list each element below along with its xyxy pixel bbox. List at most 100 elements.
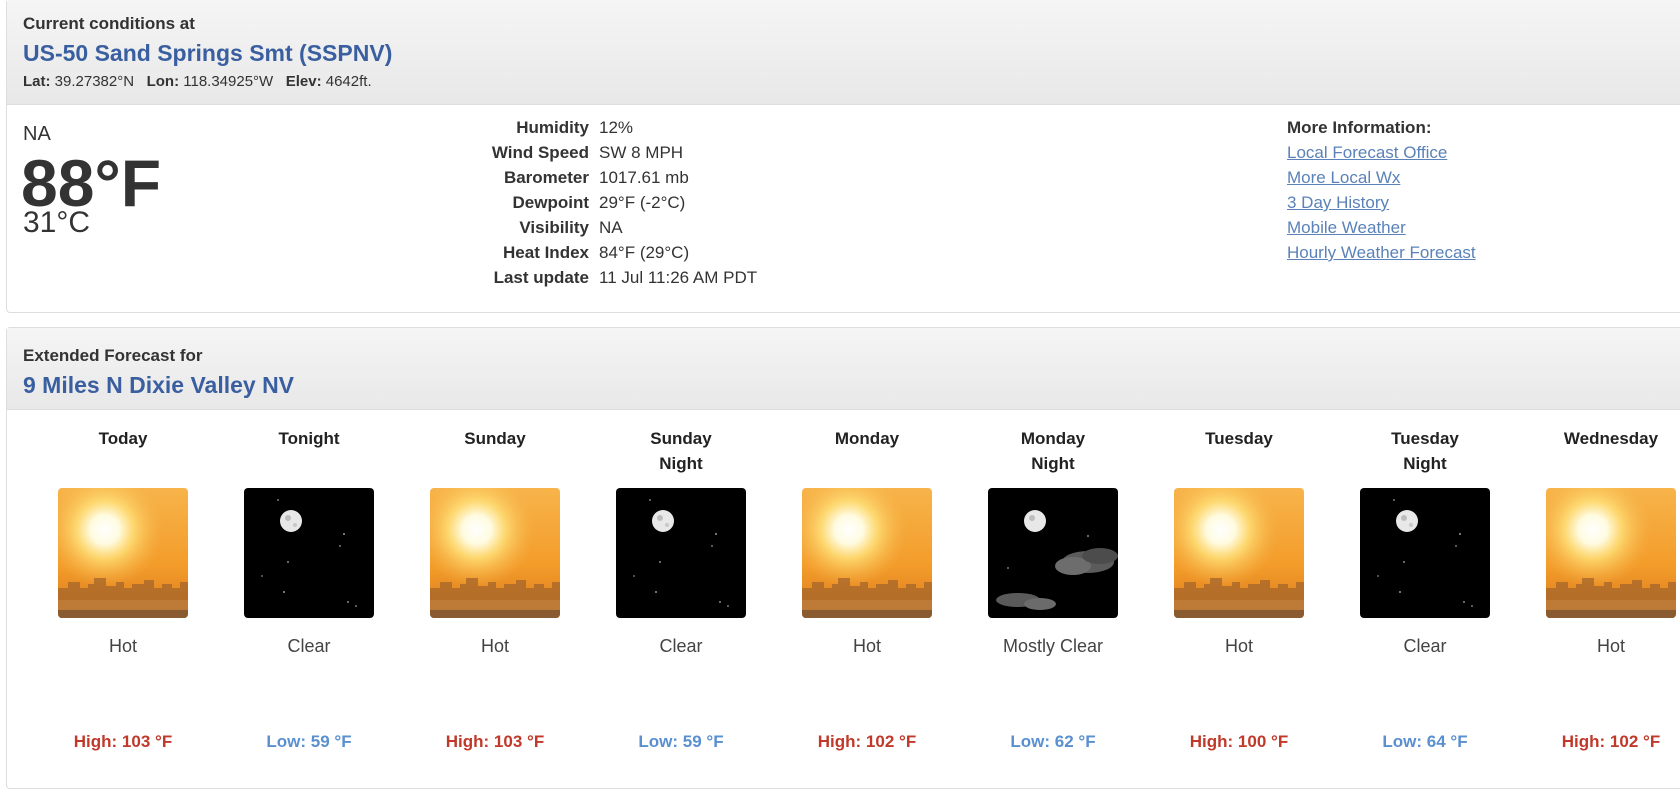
detail-row-last-update: Last update 11 Jul 11:26 AM PDT: [427, 268, 758, 293]
detail-row-heat-index: Heat Index 84°F (29°C): [427, 243, 757, 268]
clear-night-icon[interactable]: [244, 488, 374, 618]
period-short-description: Mostly Clear: [1002, 636, 1104, 656]
period-name-line1: Today: [98, 429, 148, 448]
low-temp: Low: 59 °F: [638, 732, 724, 751]
clear-night-icon[interactable]: [1360, 488, 1490, 618]
forecast-location: 9 Miles N Dixie Valley NV: [23, 372, 295, 398]
period-name-line1: Monday: [834, 429, 900, 448]
forecast-period: Sunday Hot High: 103 °F: [402, 426, 588, 752]
forecast-period: Today Hot High: 103 °F: [30, 426, 216, 752]
lat-label: Lat:: [23, 73, 51, 90]
hot-sun-icon[interactable]: [430, 488, 560, 618]
period-name: Sunday Night: [588, 426, 774, 478]
detail-value: 84°F (29°C): [599, 243, 690, 262]
detail-value: 29°F (-2°C): [599, 193, 686, 212]
period-name: Tuesday Night: [1332, 426, 1518, 478]
forecast-period: Tuesday Hot High: 100 °F: [1146, 426, 1332, 752]
forecast-period: Tuesday Night Clear Low: 64 °F: [1332, 426, 1518, 752]
detail-value: 1017.61 mb: [599, 168, 689, 187]
period-short-description: Clear: [1403, 636, 1447, 656]
current-conditions-label: Current conditions at: [23, 14, 195, 33]
period-name-line1: Sunday: [650, 429, 712, 448]
period-short-description: Clear: [287, 636, 331, 656]
low-temp: Low: 59 °F: [266, 732, 352, 751]
current-details-table: Humidity 12% Wind Speed SW 8 MPH Baromet…: [427, 118, 757, 293]
hot-sun-icon[interactable]: [1174, 488, 1304, 618]
low-temp: Low: 64 °F: [1382, 732, 1468, 751]
elev-value: 4642ft.: [325, 73, 372, 90]
detail-value: 12%: [599, 118, 634, 137]
forecast-period: Sunday Night Clear Low: 59 °F: [588, 426, 774, 752]
station-name: US-50 Sand Springs Smt (SSPNV): [23, 40, 393, 66]
current-conditions-panel: Current conditions at US-50 Sand Springs…: [6, 0, 1680, 313]
period-short-description: Clear: [659, 636, 703, 656]
forecast-period: Monday Night Mostly Clear Low: 62 °F: [960, 426, 1146, 752]
period-name: Sunday: [402, 426, 588, 478]
extended-forecast-panel: Extended Forecast for 9 Miles N Dixie Va…: [6, 327, 1680, 789]
period-name-line1: Monday: [1020, 429, 1086, 448]
period-name-line1: Sunday: [464, 429, 526, 448]
link-local-forecast-office[interactable]: Local Forecast Office: [1287, 143, 1476, 168]
period-name: Monday Night: [960, 426, 1146, 478]
lon-value: 118.34925°W: [183, 73, 274, 90]
period-name: Monday: [774, 426, 960, 478]
period-name-line2: Night: [1031, 454, 1075, 473]
forecast-period: Tonight Clear Low: 59 °F: [216, 426, 402, 752]
lat-value: 39.27382°N: [54, 73, 135, 90]
hot-sun-icon[interactable]: [58, 488, 188, 618]
period-short-description: Hot: [1596, 636, 1625, 656]
period-short-description: Hot: [108, 636, 137, 656]
high-temp: High: 103 °F: [445, 732, 545, 751]
detail-row-humidity: Humidity 12%: [427, 118, 757, 143]
detail-row-dewpoint: Dewpoint 29°F (-2°C): [427, 193, 757, 218]
high-temp: High: 100 °F: [1189, 732, 1289, 751]
detail-label: Wind Speed: [491, 143, 589, 162]
current-conditions-header: Current conditions at US-50 Sand Springs…: [7, 0, 1680, 105]
forecast-periods: Today Hot High: 103 °F Tonight Clear Low…: [7, 426, 1680, 766]
period-name-line1: Tuesday: [1205, 429, 1273, 448]
hot-sun-icon[interactable]: [802, 488, 932, 618]
extended-forecast-label: Extended Forecast for: [23, 346, 203, 365]
period-short-description: Hot: [480, 636, 509, 656]
period-name-line2: Night: [659, 454, 703, 473]
link-mobile-weather[interactable]: Mobile Weather: [1287, 218, 1476, 243]
period-name-line2: Night: [1403, 454, 1447, 473]
forecast-period: Monday Hot High: 102 °F: [774, 426, 960, 752]
high-temp: High: 103 °F: [73, 732, 173, 751]
more-info-title: More Information:: [1287, 118, 1432, 137]
period-name: Wednesday: [1518, 426, 1680, 478]
detail-label: Barometer: [503, 168, 589, 187]
detail-label: Heat Index: [503, 243, 589, 262]
detail-row-wind-speed: Wind Speed SW 8 MPH: [427, 143, 757, 168]
link-3-day-history[interactable]: 3 Day History: [1287, 193, 1476, 218]
period-name: Today: [30, 426, 216, 478]
detail-value: 11 Jul 11:26 AM PDT: [599, 268, 758, 287]
period-short-description: Hot: [852, 636, 881, 656]
detail-value: NA: [599, 218, 623, 237]
low-temp: Low: 62 °F: [1010, 732, 1096, 751]
high-temp: High: 102 °F: [817, 732, 917, 751]
period-name: Tuesday: [1146, 426, 1332, 478]
detail-label: Dewpoint: [512, 193, 590, 212]
detail-row-barometer: Barometer 1017.61 mb: [427, 168, 757, 193]
detail-row-visibility: Visibility NA: [427, 218, 757, 243]
forecast-period: Wednesday Hot High: 102 °F: [1518, 426, 1680, 752]
high-temp: High: 102 °F: [1561, 732, 1661, 751]
clear-night-icon[interactable]: [616, 488, 746, 618]
lon-label: Lon:: [146, 73, 180, 90]
station-coordinates: Lat: 39.27382°N Lon: 118.34925°W Elev: 4…: [23, 73, 1680, 90]
detail-label: Last update: [493, 268, 589, 287]
detail-label: Visibility: [519, 218, 589, 237]
detail-label: Humidity: [516, 118, 589, 137]
current-condition-text: NA: [23, 123, 51, 145]
detail-value: SW 8 MPH: [599, 143, 684, 162]
current-temp-c: 31°C: [23, 206, 91, 239]
hot-sun-icon[interactable]: [1546, 488, 1676, 618]
period-short-description: Hot: [1224, 636, 1253, 656]
link-more-local-wx[interactable]: More Local Wx: [1287, 168, 1476, 193]
period-name-line1: Tonight: [278, 429, 340, 448]
period-name: Tonight: [216, 426, 402, 478]
mostly-clear-night-icon[interactable]: [988, 488, 1118, 618]
more-information: More Information: Local Forecast Office …: [1287, 118, 1476, 268]
link-hourly-weather-forecast[interactable]: Hourly Weather Forecast: [1287, 243, 1476, 268]
